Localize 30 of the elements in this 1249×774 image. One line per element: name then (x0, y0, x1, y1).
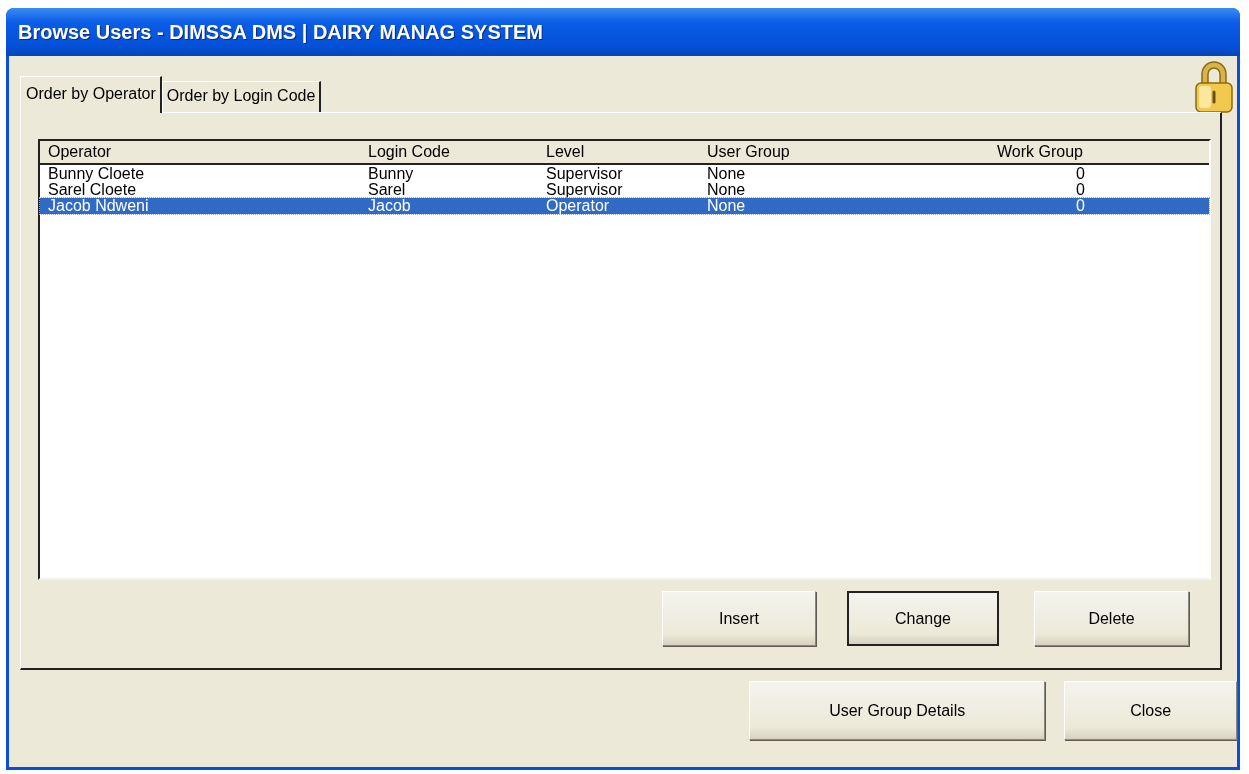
table-cell-text: Jacob Ndweni (48, 198, 150, 214)
selected-row-highlight[interactable]: Jacob Ndweni Jacob Operator None 0 (40, 198, 1209, 214)
column-header[interactable]: Work Group (997, 141, 1113, 163)
table-cell-text: Supervisor (546, 182, 624, 198)
window-title: Browse Users - DIMSSA DMS | DAIRY MANAG SYSTEM (18, 20, 543, 44)
dialog-button[interactable]: Change (847, 591, 999, 646)
column-header[interactable]: Level (546, 141, 707, 163)
dialog-button[interactable]: User Group Details (749, 681, 1046, 740)
table-cell-text: 0 (1075, 166, 1086, 182)
tab[interactable]: Order by Operator (20, 76, 162, 113)
dialog-button[interactable]: Close (1064, 681, 1237, 740)
table-cell-text: Bunny (368, 166, 415, 182)
table-cell-text: 0 (1075, 198, 1086, 214)
table-cell-text: Sarel Cloete (48, 182, 138, 198)
table-cell-text: 0 (1075, 182, 1086, 198)
dialog-button[interactable]: Insert (662, 591, 816, 646)
table-cell-text: Operator (546, 198, 610, 214)
table-cell-text: None (707, 198, 747, 214)
dialog-button[interactable]: Delete (1034, 591, 1189, 646)
table-cell-text: None (707, 182, 747, 198)
table-cell-text: Supervisor (546, 166, 624, 182)
column-header[interactable]: Operator (48, 141, 368, 163)
table-cell-text: Sarel (368, 182, 406, 198)
padlock-icon (1193, 60, 1235, 114)
table-cell-text: Jacob (368, 198, 412, 214)
table-cell-text: None (707, 166, 747, 182)
column-header[interactable]: User Group (707, 141, 997, 163)
column-header[interactable]: Login Code (368, 141, 546, 163)
table-cell-text: Bunny Cloete (48, 166, 146, 182)
tab[interactable]: Order by Login Code (161, 81, 322, 112)
